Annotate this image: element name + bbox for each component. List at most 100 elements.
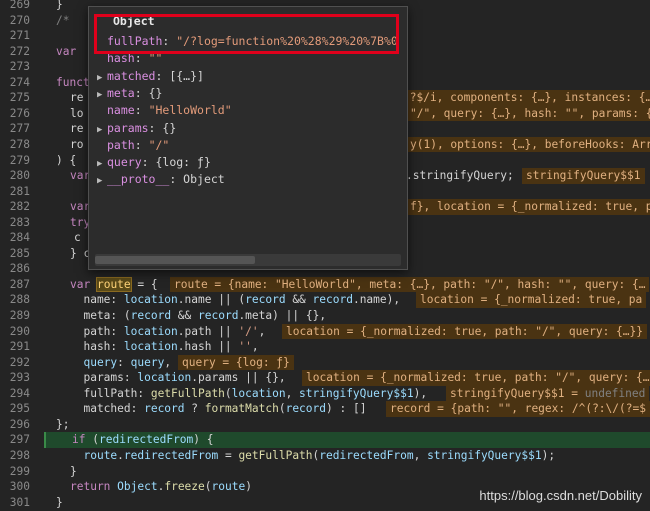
- line-number: 296: [9, 417, 30, 431]
- line-number: 288: [9, 293, 30, 307]
- popup-property-row[interactable]: ▶ params: {}: [97, 120, 176, 137]
- code-text: hash: location.hash || '',: [70, 340, 259, 354]
- code-line[interactable]: params: location.params || {}, location =…: [44, 370, 650, 386]
- line-number: 280: [9, 169, 30, 183]
- code-line[interactable]: if (redirectedFrom) {: [44, 432, 650, 448]
- hovered-route-token[interactable]: route: [95, 276, 132, 292]
- code-text: lo: [70, 106, 84, 120]
- property-value: [{…}]: [169, 68, 204, 83]
- line-number: 293: [9, 371, 30, 385]
- inline-debug-value: query = {log: ƒ}: [178, 354, 294, 371]
- property-key: meta: [107, 85, 135, 100]
- code-line[interactable]: route.redirectedFrom = getFullPath(redir…: [44, 448, 650, 464]
- code-text: var: [56, 44, 77, 58]
- line-number: 294: [9, 386, 30, 400]
- code-line[interactable]: }: [44, 464, 650, 480]
- line-number: 287: [9, 277, 30, 291]
- inline-debug-label: stringifyQuery$$1 =: [450, 386, 578, 400]
- popup-property-row[interactable]: ▶ __proto__: Object: [97, 171, 225, 188]
- popup-property-row[interactable]: ▶ meta: {}: [97, 85, 162, 102]
- line-number: 272: [9, 44, 30, 58]
- code-text: matched: record ? formatMatch(record) : …: [70, 402, 367, 416]
- line-number: 269: [9, 0, 30, 11]
- inline-debug-value: f}, location = {_normalized: true, pa: [406, 199, 650, 215]
- line-number: 286: [9, 262, 30, 276]
- code-text: ro: [70, 137, 84, 151]
- line-number: 291: [9, 340, 30, 354]
- inline-debug-value: route = {name: "HelloWorld", meta: {…}, …: [170, 276, 650, 293]
- code-line[interactable]: meta: (record && record.meta) || {},: [44, 308, 650, 324]
- inline-debug-value: "/", query: {…}, hash: "", params: {…: [406, 105, 650, 122]
- property-value: {}: [162, 120, 177, 135]
- code-line[interactable]: matched: record ? formatMatch(record) : …: [44, 401, 650, 417]
- inline-debug-value: location = {_normalized: true, pa: [416, 292, 647, 308]
- property-key: query: [107, 155, 142, 170]
- code-text: re: [70, 91, 84, 105]
- inline-debug-undefined: undefined: [584, 386, 646, 400]
- popup-property-row[interactable]: path: "/": [97, 137, 169, 154]
- code-text: path: location.path || '/',: [70, 324, 266, 338]
- inline-debug-value: y(1), options: {…}, beforeHooks: Arr: [406, 136, 650, 153]
- inline-debug-value: stringifyQuery$$1: [522, 168, 645, 184]
- property-separator: :: [148, 120, 163, 135]
- line-number: 279: [9, 153, 30, 167]
- line-number: 300: [9, 480, 30, 494]
- code-text: }: [70, 464, 77, 478]
- line-number: 282: [9, 200, 30, 214]
- code-line[interactable]: var route = {route = {name: "HelloWorld"…: [44, 276, 650, 293]
- code-text: };: [56, 417, 70, 431]
- property-key: path: [107, 137, 135, 152]
- property-value: {log: ƒ}: [155, 155, 211, 170]
- code-text: re: [70, 122, 84, 136]
- fullpath-highlight-box: [94, 14, 399, 54]
- code-line[interactable]: name: location.name || (record && record…: [44, 292, 650, 308]
- code-line[interactable]: };: [44, 417, 650, 433]
- property-value: "/": [148, 137, 170, 152]
- property-key: matched: [107, 68, 156, 83]
- code-line[interactable]: hash: location.hash || '',: [44, 339, 650, 355]
- property-value: "HelloWorld": [148, 103, 232, 118]
- line-number: 281: [9, 184, 30, 198]
- popup-property-row[interactable]: ▶ matched: [{…}]: [97, 68, 204, 85]
- property-value: {}: [148, 85, 163, 100]
- property-separator: :: [134, 137, 149, 152]
- inline-debug-value: location = {_normalized: true, path: "/"…: [302, 370, 650, 386]
- line-number: 278: [9, 137, 30, 151]
- code-text: name: location.name || (record && record…: [70, 293, 401, 307]
- code-text: }: [56, 0, 63, 11]
- code-text: /*: [56, 13, 70, 27]
- inline-debug-value: location = {_normalized: true, path: "/"…: [282, 323, 647, 340]
- line-number: 298: [9, 448, 30, 462]
- popup-property-row[interactable]: ▶ query: {log: ƒ}: [97, 154, 211, 171]
- code-line[interactable]: query: query, query = {log: ƒ}: [44, 354, 650, 371]
- property-key: name: [107, 103, 135, 118]
- inline-debug-value: )?$/i, components: {…}, instances: {…: [399, 90, 650, 106]
- inline-debug-value: stringifyQuery$$1 = undefined: [446, 385, 650, 402]
- code-text: route.redirectedFrom = getFullPath(redir…: [83, 448, 556, 462]
- scrollbar-thumb[interactable]: [95, 256, 255, 264]
- line-number: 299: [9, 464, 30, 478]
- code-text: fullPath: getFullPath(location, stringif…: [70, 386, 428, 400]
- popup-property-row[interactable]: name: "HelloWorld": [97, 102, 232, 119]
- line-number: 273: [9, 60, 30, 74]
- code-line[interactable]: path: location.path || '/', location = {_…: [44, 323, 650, 340]
- line-number: 289: [9, 309, 30, 322]
- popup-horizontal-scrollbar[interactable]: [95, 254, 401, 266]
- expand-arrow-icon[interactable]: ▶: [97, 173, 107, 190]
- code-text: }: [56, 495, 63, 509]
- line-number: 295: [9, 402, 30, 416]
- line-number: 275: [9, 91, 30, 105]
- line-number: 284: [9, 231, 30, 245]
- line-number: 283: [9, 215, 30, 229]
- line-number: 274: [9, 75, 30, 89]
- property-separator: :: [169, 172, 184, 187]
- inline-debug-value: record = {path: "", regex: /^(?:\/(?=$: [386, 401, 650, 417]
- code-text: params: location.params || {},: [70, 371, 286, 385]
- code-text: funct: [56, 75, 90, 89]
- code-text: ) {: [56, 153, 77, 167]
- code-line[interactable]: fullPath: getFullPath(location, stringif…: [44, 385, 650, 402]
- property-separator: :: [134, 103, 149, 118]
- line-number: 270: [9, 13, 30, 27]
- property-value: Object: [183, 172, 225, 187]
- property-separator: :: [141, 155, 156, 170]
